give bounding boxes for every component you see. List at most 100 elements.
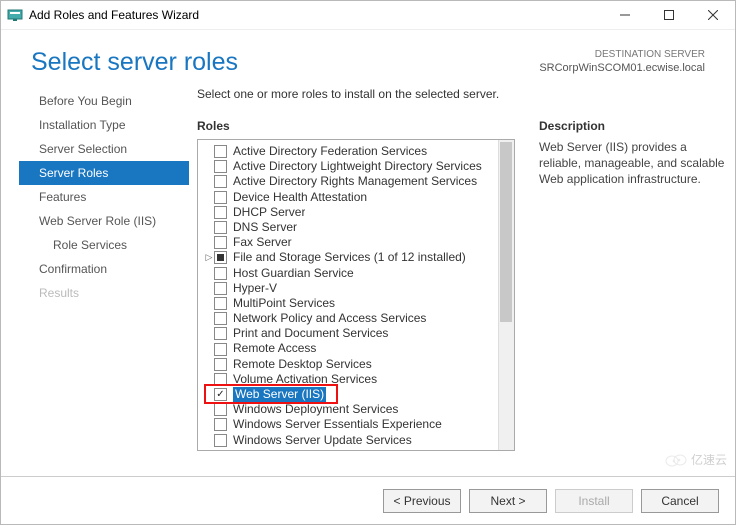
role-label: Windows Deployment Services bbox=[233, 402, 398, 417]
instruction-text: Select one or more roles to install on t… bbox=[197, 87, 725, 101]
role-checkbox[interactable] bbox=[214, 267, 227, 280]
role-label: Print and Document Services bbox=[233, 326, 388, 341]
role-checkbox[interactable] bbox=[214, 327, 227, 340]
role-label: Hyper-V bbox=[233, 281, 277, 296]
destination-info: DESTINATION SERVER SRCorpWinSCOM01.ecwis… bbox=[539, 48, 705, 75]
sidebar-item-features[interactable]: Features bbox=[19, 185, 189, 209]
role-row[interactable]: Active Directory Rights Management Servi… bbox=[204, 174, 498, 189]
role-label: Volume Activation Services bbox=[233, 372, 377, 387]
destination-server: SRCorpWinSCOM01.ecwise.local bbox=[539, 61, 705, 75]
maximize-button[interactable] bbox=[647, 1, 691, 29]
page-title: Select server roles bbox=[31, 48, 539, 77]
role-checkbox[interactable] bbox=[214, 221, 227, 234]
role-label: Fax Server bbox=[233, 235, 292, 250]
role-checkbox[interactable] bbox=[214, 191, 227, 204]
cancel-button[interactable]: Cancel bbox=[641, 489, 719, 513]
role-row[interactable]: Active Directory Federation Services bbox=[204, 144, 498, 159]
minimize-button[interactable] bbox=[603, 1, 647, 29]
install-button: Install bbox=[555, 489, 633, 513]
server-manager-icon bbox=[7, 7, 23, 23]
role-checkbox[interactable] bbox=[214, 418, 227, 431]
previous-button[interactable]: < Previous bbox=[383, 489, 461, 513]
role-label: File and Storage Services (1 of 12 insta… bbox=[233, 250, 466, 265]
content-area: Before You Begin Installation Type Serve… bbox=[1, 87, 735, 451]
role-label: Remote Desktop Services bbox=[233, 357, 372, 372]
role-checkbox[interactable] bbox=[214, 358, 227, 371]
close-button[interactable] bbox=[691, 1, 735, 29]
role-row[interactable]: Remote Access bbox=[204, 341, 498, 356]
wizard-footer: < Previous Next > Install Cancel bbox=[1, 476, 735, 524]
description-text: Web Server (IIS) provides a reliable, ma… bbox=[539, 139, 725, 188]
role-row[interactable]: Print and Document Services bbox=[204, 326, 498, 341]
role-row[interactable]: Windows Server Update Services bbox=[204, 433, 498, 448]
roles-scroll-thumb[interactable] bbox=[500, 142, 512, 322]
wizard-window: Add Roles and Features Wizard Select ser… bbox=[0, 0, 736, 525]
wizard-steps-sidebar: Before You Begin Installation Type Serve… bbox=[19, 87, 189, 451]
role-label: DNS Server bbox=[233, 220, 297, 235]
destination-label: DESTINATION SERVER bbox=[539, 48, 705, 61]
roles-label: Roles bbox=[197, 119, 515, 133]
sidebar-item-server-selection[interactable]: Server Selection bbox=[19, 137, 189, 161]
role-row[interactable]: Windows Deployment Services bbox=[204, 402, 498, 417]
role-label: Device Health Attestation bbox=[233, 190, 367, 205]
sidebar-item-results: Results bbox=[19, 281, 189, 305]
role-row[interactable]: DHCP Server bbox=[204, 205, 498, 220]
roles-scrollbar[interactable] bbox=[498, 140, 514, 450]
role-checkbox[interactable] bbox=[214, 236, 227, 249]
sidebar-item-server-roles[interactable]: Server Roles bbox=[19, 161, 189, 185]
next-button[interactable]: Next > bbox=[469, 489, 547, 513]
role-row[interactable]: Fax Server bbox=[204, 235, 498, 250]
main-panel: Select one or more roles to install on t… bbox=[189, 87, 725, 451]
sidebar-item-role-services[interactable]: Role Services bbox=[19, 233, 189, 257]
role-label: Active Directory Rights Management Servi… bbox=[233, 174, 477, 189]
header: Select server roles DESTINATION SERVER S… bbox=[1, 30, 735, 87]
watermark-text: 亿速云 bbox=[691, 451, 727, 468]
role-label: Windows Server Update Services bbox=[233, 433, 412, 448]
expand-caret-icon[interactable]: ▷ bbox=[204, 250, 214, 265]
description-label: Description bbox=[539, 119, 725, 133]
role-row[interactable]: Active Directory Lightweight Directory S… bbox=[204, 159, 498, 174]
role-label: Active Directory Lightweight Directory S… bbox=[233, 159, 482, 174]
window-title: Add Roles and Features Wizard bbox=[29, 8, 603, 22]
role-row[interactable]: Network Policy and Access Services bbox=[204, 311, 498, 326]
role-row[interactable]: Windows Server Essentials Experience bbox=[204, 417, 498, 432]
role-checkbox[interactable] bbox=[214, 388, 227, 401]
sidebar-item-installation-type[interactable]: Installation Type bbox=[19, 113, 189, 137]
role-checkbox[interactable] bbox=[214, 312, 227, 325]
sidebar-item-web-server-role[interactable]: Web Server Role (IIS) bbox=[19, 209, 189, 233]
role-label: Network Policy and Access Services bbox=[233, 311, 426, 326]
role-row[interactable]: Device Health Attestation bbox=[204, 190, 498, 205]
role-row[interactable]: Web Server (IIS) bbox=[204, 387, 498, 402]
role-label: DHCP Server bbox=[233, 205, 305, 220]
role-checkbox[interactable] bbox=[214, 343, 227, 356]
role-label: Windows Server Essentials Experience bbox=[233, 417, 442, 432]
role-label: Active Directory Federation Services bbox=[233, 144, 427, 159]
titlebar: Add Roles and Features Wizard bbox=[1, 1, 735, 30]
window-controls bbox=[603, 1, 735, 29]
role-label: Web Server (IIS) bbox=[233, 387, 326, 402]
role-checkbox[interactable] bbox=[214, 206, 227, 219]
sidebar-item-confirmation[interactable]: Confirmation bbox=[19, 257, 189, 281]
watermark: 亿速云 bbox=[665, 451, 727, 468]
role-checkbox[interactable] bbox=[214, 175, 227, 188]
role-checkbox[interactable] bbox=[214, 160, 227, 173]
role-row[interactable]: DNS Server bbox=[204, 220, 498, 235]
role-row[interactable]: Remote Desktop Services bbox=[204, 357, 498, 372]
role-row[interactable]: Host Guardian Service bbox=[204, 266, 498, 281]
role-row[interactable]: Volume Activation Services bbox=[204, 372, 498, 387]
role-label: Host Guardian Service bbox=[233, 266, 354, 281]
sidebar-item-before-you-begin[interactable]: Before You Begin bbox=[19, 89, 189, 113]
role-checkbox[interactable] bbox=[214, 297, 227, 310]
role-checkbox[interactable] bbox=[214, 373, 227, 386]
role-label: Remote Access bbox=[233, 341, 316, 356]
role-row[interactable]: Hyper-V bbox=[204, 281, 498, 296]
role-label: MultiPoint Services bbox=[233, 296, 335, 311]
role-checkbox[interactable] bbox=[214, 282, 227, 295]
role-row[interactable]: ▷ File and Storage Services (1 of 12 inst… bbox=[204, 250, 498, 265]
role-checkbox[interactable] bbox=[214, 145, 227, 158]
role-checkbox[interactable] bbox=[214, 251, 227, 264]
roles-listbox[interactable]: Active Directory Federation ServicesActi… bbox=[197, 139, 515, 451]
role-checkbox[interactable] bbox=[214, 403, 227, 416]
role-checkbox[interactable] bbox=[214, 434, 227, 447]
role-row[interactable]: MultiPoint Services bbox=[204, 296, 498, 311]
